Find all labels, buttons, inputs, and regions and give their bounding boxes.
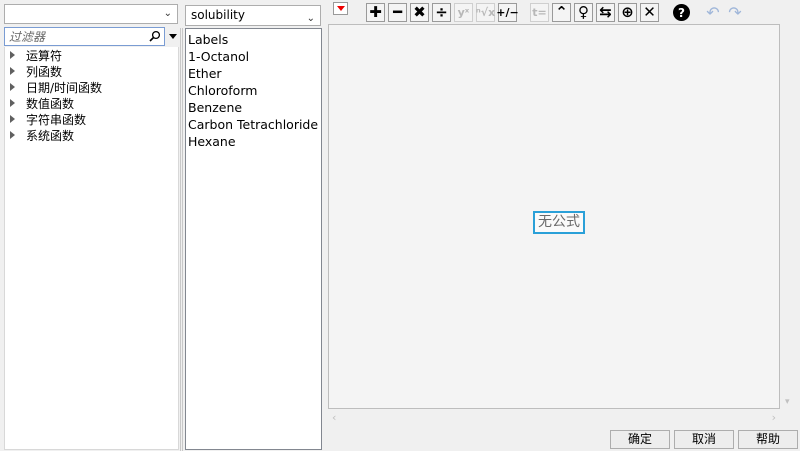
help-footer-button[interactable]: 帮助 (738, 430, 798, 449)
power-icon: yˣ (457, 6, 470, 19)
local-variable-button[interactable]: t= (530, 3, 549, 22)
tree-item-system-functions[interactable]: 系统函数 (5, 127, 178, 143)
local-variable-icon: t= (532, 6, 547, 19)
expand-arrow-icon[interactable] (10, 51, 15, 59)
multiply-icon: ✖ (413, 3, 426, 21)
scroll-left-icon[interactable]: ‹ (332, 411, 336, 424)
scroll-right-icon[interactable]: › (772, 411, 776, 424)
column-item[interactable]: Labels (186, 31, 321, 48)
formula-editor-window: ⌄ 运算符 列函数 日期/时间函数 数值函数 字符串函数 (0, 0, 800, 451)
tree-item-label: 系统函数 (26, 128, 75, 143)
peel-icon: ♀ (578, 3, 589, 21)
filter-box[interactable] (4, 27, 165, 46)
no-formula-placeholder[interactable]: 无公式 (533, 211, 585, 234)
function-category-select[interactable]: ⌄ (4, 4, 178, 24)
column-item[interactable]: 1-Octanol (186, 48, 321, 65)
divide-icon: ÷ (435, 3, 448, 21)
column-list: Labels 1-Octanol Ether Chloroform Benzen… (185, 28, 322, 450)
redo-icon: ↷ (728, 2, 742, 22)
column-item[interactable]: Ether (186, 65, 321, 82)
unary-button[interactable]: ⊕ (618, 3, 637, 22)
tree-item-label: 日期/时间函数 (26, 80, 103, 95)
chevron-down-icon: ⌄ (306, 13, 315, 24)
swap-icon: ⇆ (599, 3, 612, 21)
tree-item-label: 列函数 (26, 64, 63, 79)
tree-item-numeric-functions[interactable]: 数值函数 (5, 95, 178, 111)
minus-icon: ━ (392, 3, 403, 21)
tree-item-operators[interactable]: 运算符 (5, 47, 178, 63)
negate-button[interactable]: +∕− (496, 3, 519, 22)
scroll-down-icon[interactable]: ▾ (785, 397, 790, 407)
ok-button[interactable]: 确定 (610, 430, 670, 449)
subtract-button[interactable]: ━ (388, 3, 407, 22)
power-button[interactable]: yˣ (454, 3, 473, 22)
delete-icon: ✕ (643, 3, 656, 21)
red-triangle-menu-icon (336, 6, 345, 11)
unary-icon: ⊕ (621, 3, 634, 21)
raise-button[interactable]: ⌃ (552, 3, 571, 22)
tree-item-label: 运算符 (26, 48, 63, 63)
divide-button[interactable]: ÷ (432, 3, 451, 22)
help-icon: ? (673, 4, 690, 21)
root-icon: ⁿ√x (475, 6, 496, 19)
chevron-down-icon: ⌄ (163, 8, 172, 19)
column-item[interactable]: Hexane (186, 133, 321, 150)
filter-options-dropdown[interactable] (166, 27, 179, 46)
undo-icon: ↶ (706, 2, 720, 22)
redo-button[interactable]: ↷ (725, 2, 745, 22)
tree-item-column-functions[interactable]: 列函数 (5, 63, 178, 79)
function-tree: 运算符 列函数 日期/时间函数 数值函数 字符串函数 系统函数 (4, 47, 179, 450)
expand-arrow-icon[interactable] (10, 115, 15, 123)
expand-arrow-icon[interactable] (10, 83, 15, 91)
column-item[interactable]: Carbon Tetrachloride (186, 116, 321, 133)
plus-minus-icon: +∕− (496, 6, 519, 19)
caret-up-icon: ⌃ (555, 3, 568, 21)
tree-item-date-time-functions[interactable]: 日期/时间函数 (5, 79, 178, 95)
pane-splitter[interactable] (180, 28, 183, 451)
column-item[interactable]: Benzene (186, 99, 321, 116)
swap-button[interactable]: ⇆ (596, 3, 615, 22)
vertical-scrollbar[interactable]: ▾ (781, 24, 799, 409)
expand-arrow-icon[interactable] (10, 67, 15, 75)
dropdown-arrow-icon (168, 34, 177, 39)
data-table-select-value: solubility (191, 8, 245, 22)
peel-button[interactable]: ♀ (574, 3, 593, 22)
multiply-button[interactable]: ✖ (410, 3, 429, 22)
tree-item-label: 数值函数 (26, 96, 75, 111)
column-item[interactable]: Chloroform (186, 82, 321, 99)
filter-input[interactable] (5, 28, 145, 45)
expand-arrow-icon[interactable] (10, 99, 15, 107)
help-button[interactable]: ? (672, 3, 691, 22)
horizontal-scrollbar[interactable]: ‹ › (328, 409, 780, 427)
tree-item-string-functions[interactable]: 字符串函数 (5, 111, 178, 127)
undo-button[interactable]: ↶ (703, 2, 723, 22)
red-triangle-menu[interactable] (333, 2, 348, 15)
delete-button[interactable]: ✕ (640, 3, 659, 22)
expand-arrow-icon[interactable] (10, 131, 15, 139)
search-icon (149, 30, 161, 42)
data-table-select[interactable]: solubility ⌄ (185, 5, 321, 26)
cancel-button[interactable]: 取消 (674, 430, 734, 449)
plus-icon: ✚ (369, 3, 382, 21)
add-button[interactable]: ✚ (366, 3, 385, 22)
tree-item-label: 字符串函数 (26, 112, 87, 127)
root-button[interactable]: ⁿ√x (476, 3, 495, 22)
